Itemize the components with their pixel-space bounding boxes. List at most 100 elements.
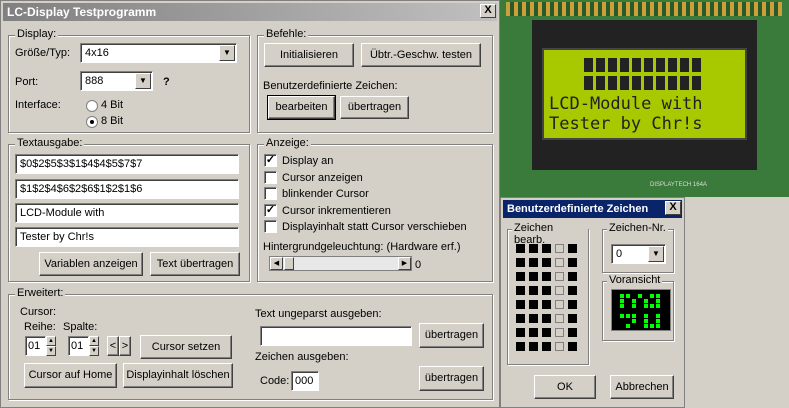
pixel-cell[interactable]	[568, 286, 577, 295]
preview-pixel	[632, 319, 636, 323]
pixel-cell[interactable]	[529, 314, 538, 323]
row-label: Reihe:	[24, 321, 56, 333]
pixel-cell[interactable]	[555, 244, 564, 253]
speed-test-button[interactable]: Übtr.-Geschw. testen	[361, 43, 481, 67]
col-input[interactable]: 01	[68, 336, 89, 356]
pixel-cell[interactable]	[555, 328, 564, 337]
char-nr-select[interactable]: 0 ▼	[611, 244, 666, 264]
preview-pixel	[626, 324, 630, 328]
lcd-screen: LCD-Module with Tester by Chr!s	[542, 48, 747, 140]
pixel-cell[interactable]	[555, 300, 564, 309]
pixel-cell[interactable]	[568, 342, 577, 351]
pixel-cell[interactable]	[542, 328, 551, 337]
edit-chars-button[interactable]: bearbeiten	[267, 95, 336, 120]
char-pixel-grid[interactable]	[512, 240, 587, 360]
check-cursor-inc[interactable]: ✓	[264, 204, 277, 217]
pixel-cell[interactable]	[555, 258, 564, 267]
raw-send-button[interactable]: übertragen	[419, 323, 484, 348]
pixel-cell[interactable]	[529, 258, 538, 267]
cursor-label: Cursor:	[20, 306, 57, 318]
cursor-home-button[interactable]: Cursor auf Home	[24, 363, 117, 388]
pixel-cell[interactable]	[516, 258, 525, 267]
port-select[interactable]: 888 ▼	[80, 71, 153, 91]
cancel-button[interactable]: Abbrechen	[610, 375, 674, 399]
check-cursor-blink-label: blinkender Cursor	[282, 188, 369, 200]
pixel-cell[interactable]	[529, 328, 538, 337]
pixel-cell[interactable]	[516, 272, 525, 281]
pixel-cell[interactable]	[542, 300, 551, 309]
pixel-cell[interactable]	[516, 244, 525, 253]
backlight-label: Hintergrundgeleuchtung: (Hardware erf.)	[263, 241, 461, 253]
preview-pixel	[632, 299, 636, 303]
pixel-cell[interactable]	[555, 314, 564, 323]
lcd-line-3: LCD-Module with	[549, 94, 703, 114]
cursor-left-button[interactable]: <	[107, 336, 119, 356]
transfer-chars-button[interactable]: übertragen	[340, 96, 409, 119]
text-line-1[interactable]: $0$2$5$3$1$4$4$5$7$7	[15, 154, 239, 174]
check-cursor-blink[interactable]	[264, 187, 277, 200]
radio-4bit[interactable]	[86, 100, 98, 112]
raw-text-input[interactable]	[260, 326, 412, 346]
size-select[interactable]: 4x16 ▼	[80, 43, 237, 63]
pixel-cell[interactable]	[542, 314, 551, 323]
pixel-cell[interactable]	[568, 258, 577, 267]
custom-glyph-row-1	[584, 58, 702, 72]
text-line-4[interactable]: Tester by Chr!s	[15, 227, 239, 247]
pixel-cell[interactable]	[555, 342, 564, 351]
pixel-cell[interactable]	[568, 300, 577, 309]
radio-8bit[interactable]	[86, 116, 98, 128]
pixel-cell[interactable]	[568, 328, 577, 337]
dialog-close-button[interactable]: X	[665, 201, 681, 215]
pixel-cell[interactable]	[529, 342, 538, 351]
send-text-button[interactable]: Text übertragen	[150, 252, 240, 276]
pixel-cell[interactable]	[542, 342, 551, 351]
pixel-cell[interactable]	[542, 272, 551, 281]
slider-thumb[interactable]	[284, 257, 294, 270]
pixel-cell[interactable]	[516, 342, 525, 351]
preview-pixel	[650, 294, 654, 298]
row-spinner[interactable]: ▲ ▼	[46, 336, 56, 356]
pixel-cell[interactable]	[568, 244, 577, 253]
clear-display-button[interactable]: Displayinhalt löschen	[123, 363, 233, 388]
check-display-on-label: Display an	[282, 155, 334, 167]
init-button[interactable]: Initialisieren	[264, 43, 354, 67]
backlight-slider[interactable]: ◀ ▶	[269, 256, 412, 271]
close-button[interactable]: X	[480, 4, 496, 18]
pixel-cell[interactable]	[529, 272, 538, 281]
custom-chars-label: Benutzerdefinierte Zeichen:	[263, 80, 398, 92]
slider-right-arrow[interactable]: ▶	[398, 257, 411, 270]
lcd-brand: DISPLAYTECH 164A	[650, 182, 707, 188]
pixel-cell[interactable]	[555, 272, 564, 281]
pixel-cell[interactable]	[542, 244, 551, 253]
pixel-cell[interactable]	[516, 328, 525, 337]
pixel-cell[interactable]	[555, 286, 564, 295]
pixel-cell[interactable]	[568, 314, 577, 323]
pixel-cell[interactable]	[568, 272, 577, 281]
text-line-2[interactable]: $1$2$4$6$2$6$1$2$1$6	[15, 179, 239, 199]
check-display-on[interactable]: ✓	[264, 154, 277, 167]
cursor-right-button[interactable]: >	[119, 336, 131, 356]
set-cursor-button[interactable]: Cursor setzen	[140, 335, 232, 359]
text-line-3[interactable]: LCD-Module with	[15, 203, 239, 223]
pixel-cell[interactable]	[516, 300, 525, 309]
lcd-photo: LCD-Module with Tester by Chr!s DISPLAYT…	[500, 0, 789, 197]
check-cursor-show[interactable]	[264, 171, 277, 184]
check-shift-display[interactable]	[264, 220, 277, 233]
pixel-cell[interactable]	[529, 244, 538, 253]
row-input[interactable]: 01	[25, 336, 46, 356]
col-spinner[interactable]: ▲ ▼	[89, 336, 99, 356]
code-input[interactable]: 000	[291, 371, 319, 391]
preview-pixel	[656, 314, 660, 318]
show-vars-button[interactable]: Variablen anzeigen	[39, 252, 143, 276]
chevron-down-icon: ▼	[135, 73, 151, 89]
pixel-cell[interactable]	[542, 258, 551, 267]
pixel-cell[interactable]	[529, 286, 538, 295]
pixel-cell[interactable]	[529, 300, 538, 309]
preview-pixel	[656, 299, 660, 303]
ok-button[interactable]: OK	[534, 375, 596, 399]
pixel-cell[interactable]	[516, 314, 525, 323]
pixel-cell[interactable]	[516, 286, 525, 295]
char-send-button[interactable]: übertragen	[419, 366, 484, 391]
slider-left-arrow[interactable]: ◀	[270, 257, 283, 270]
pixel-cell[interactable]	[542, 286, 551, 295]
